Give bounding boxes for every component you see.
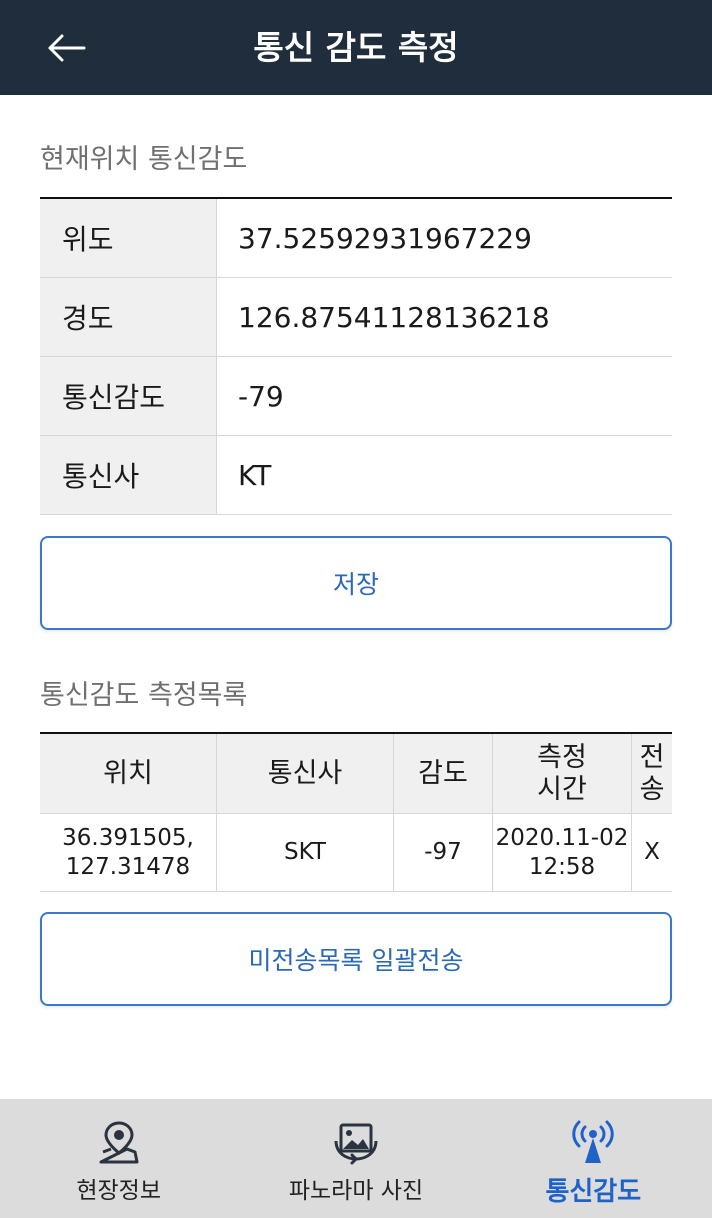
longitude-label: 경도 [40,278,217,356]
signal-value: -79 [238,379,284,413]
nav-item-signal[interactable]: 통신감도 [475,1099,712,1218]
current-info-table: 위도 37.52592931967229 경도 126.875411281362… [40,197,672,515]
panorama-photo-icon [332,1119,380,1165]
nav-item-site-info[interactable]: 현장정보 [0,1099,237,1218]
row-carrier: SKT [217,814,394,891]
app-header: 통신 감도 측정 [0,0,712,95]
row-signal: -97 [394,814,493,891]
bottom-nav: 현장정보 파노라마 사진 통신감도 [0,1099,712,1218]
latitude-row: 위도 37.52592931967229 [40,199,672,278]
latitude-label: 위도 [40,199,217,277]
map-pin-icon [95,1119,143,1165]
nav-item-panorama[interactable]: 파노라마 사진 [237,1099,474,1218]
save-button[interactable]: 저장 [40,536,672,630]
signal-tower-icon [569,1119,617,1165]
nav-label-site-info: 현장정보 [76,1178,161,1204]
latitude-value: 37.52592931967229 [238,221,532,255]
page-title: 통신 감도 측정 [253,28,459,67]
longitude-row: 경도 126.87541128136218 [40,278,672,357]
records-section-title: 통신감도 측정목록 [40,680,248,711]
signal-label: 통신감도 [40,357,217,435]
column-header-carrier: 통신사 [217,734,394,813]
carrier-label: 통신사 [40,436,217,514]
column-header-location: 위치 [40,734,217,813]
nav-label-panorama: 파노라마 사진 [288,1178,424,1204]
carrier-value: KT [238,458,272,492]
column-header-time: 측정 시간 [493,734,632,813]
row-sent-status: X [644,839,660,865]
signal-row: 통신감도 -79 [40,357,672,436]
carrier-row: 통신사 KT [40,436,672,515]
records-table: 위치 통신사 감도 측정 시간 전 송 36.391505, 127.31478… [40,732,672,892]
table-row[interactable]: 36.391505, 127.31478 SKT -97 2020.11-02 … [40,814,672,892]
records-table-header: 위치 통신사 감도 측정 시간 전 송 [40,734,672,814]
column-header-signal: 감도 [394,734,493,813]
row-location: 36.391505, 127.31478 [40,814,217,891]
row-time: 2020.11-02 12:58 [493,814,632,891]
column-header-sent: 전 송 [639,741,665,805]
nav-label-signal: 통신감도 [545,1177,642,1207]
current-section-title: 현재위치 통신감도 [40,144,248,175]
longitude-value: 126.87541128136218 [238,300,550,334]
send-all-unsent-button[interactable]: 미전송목록 일괄전송 [40,912,672,1006]
